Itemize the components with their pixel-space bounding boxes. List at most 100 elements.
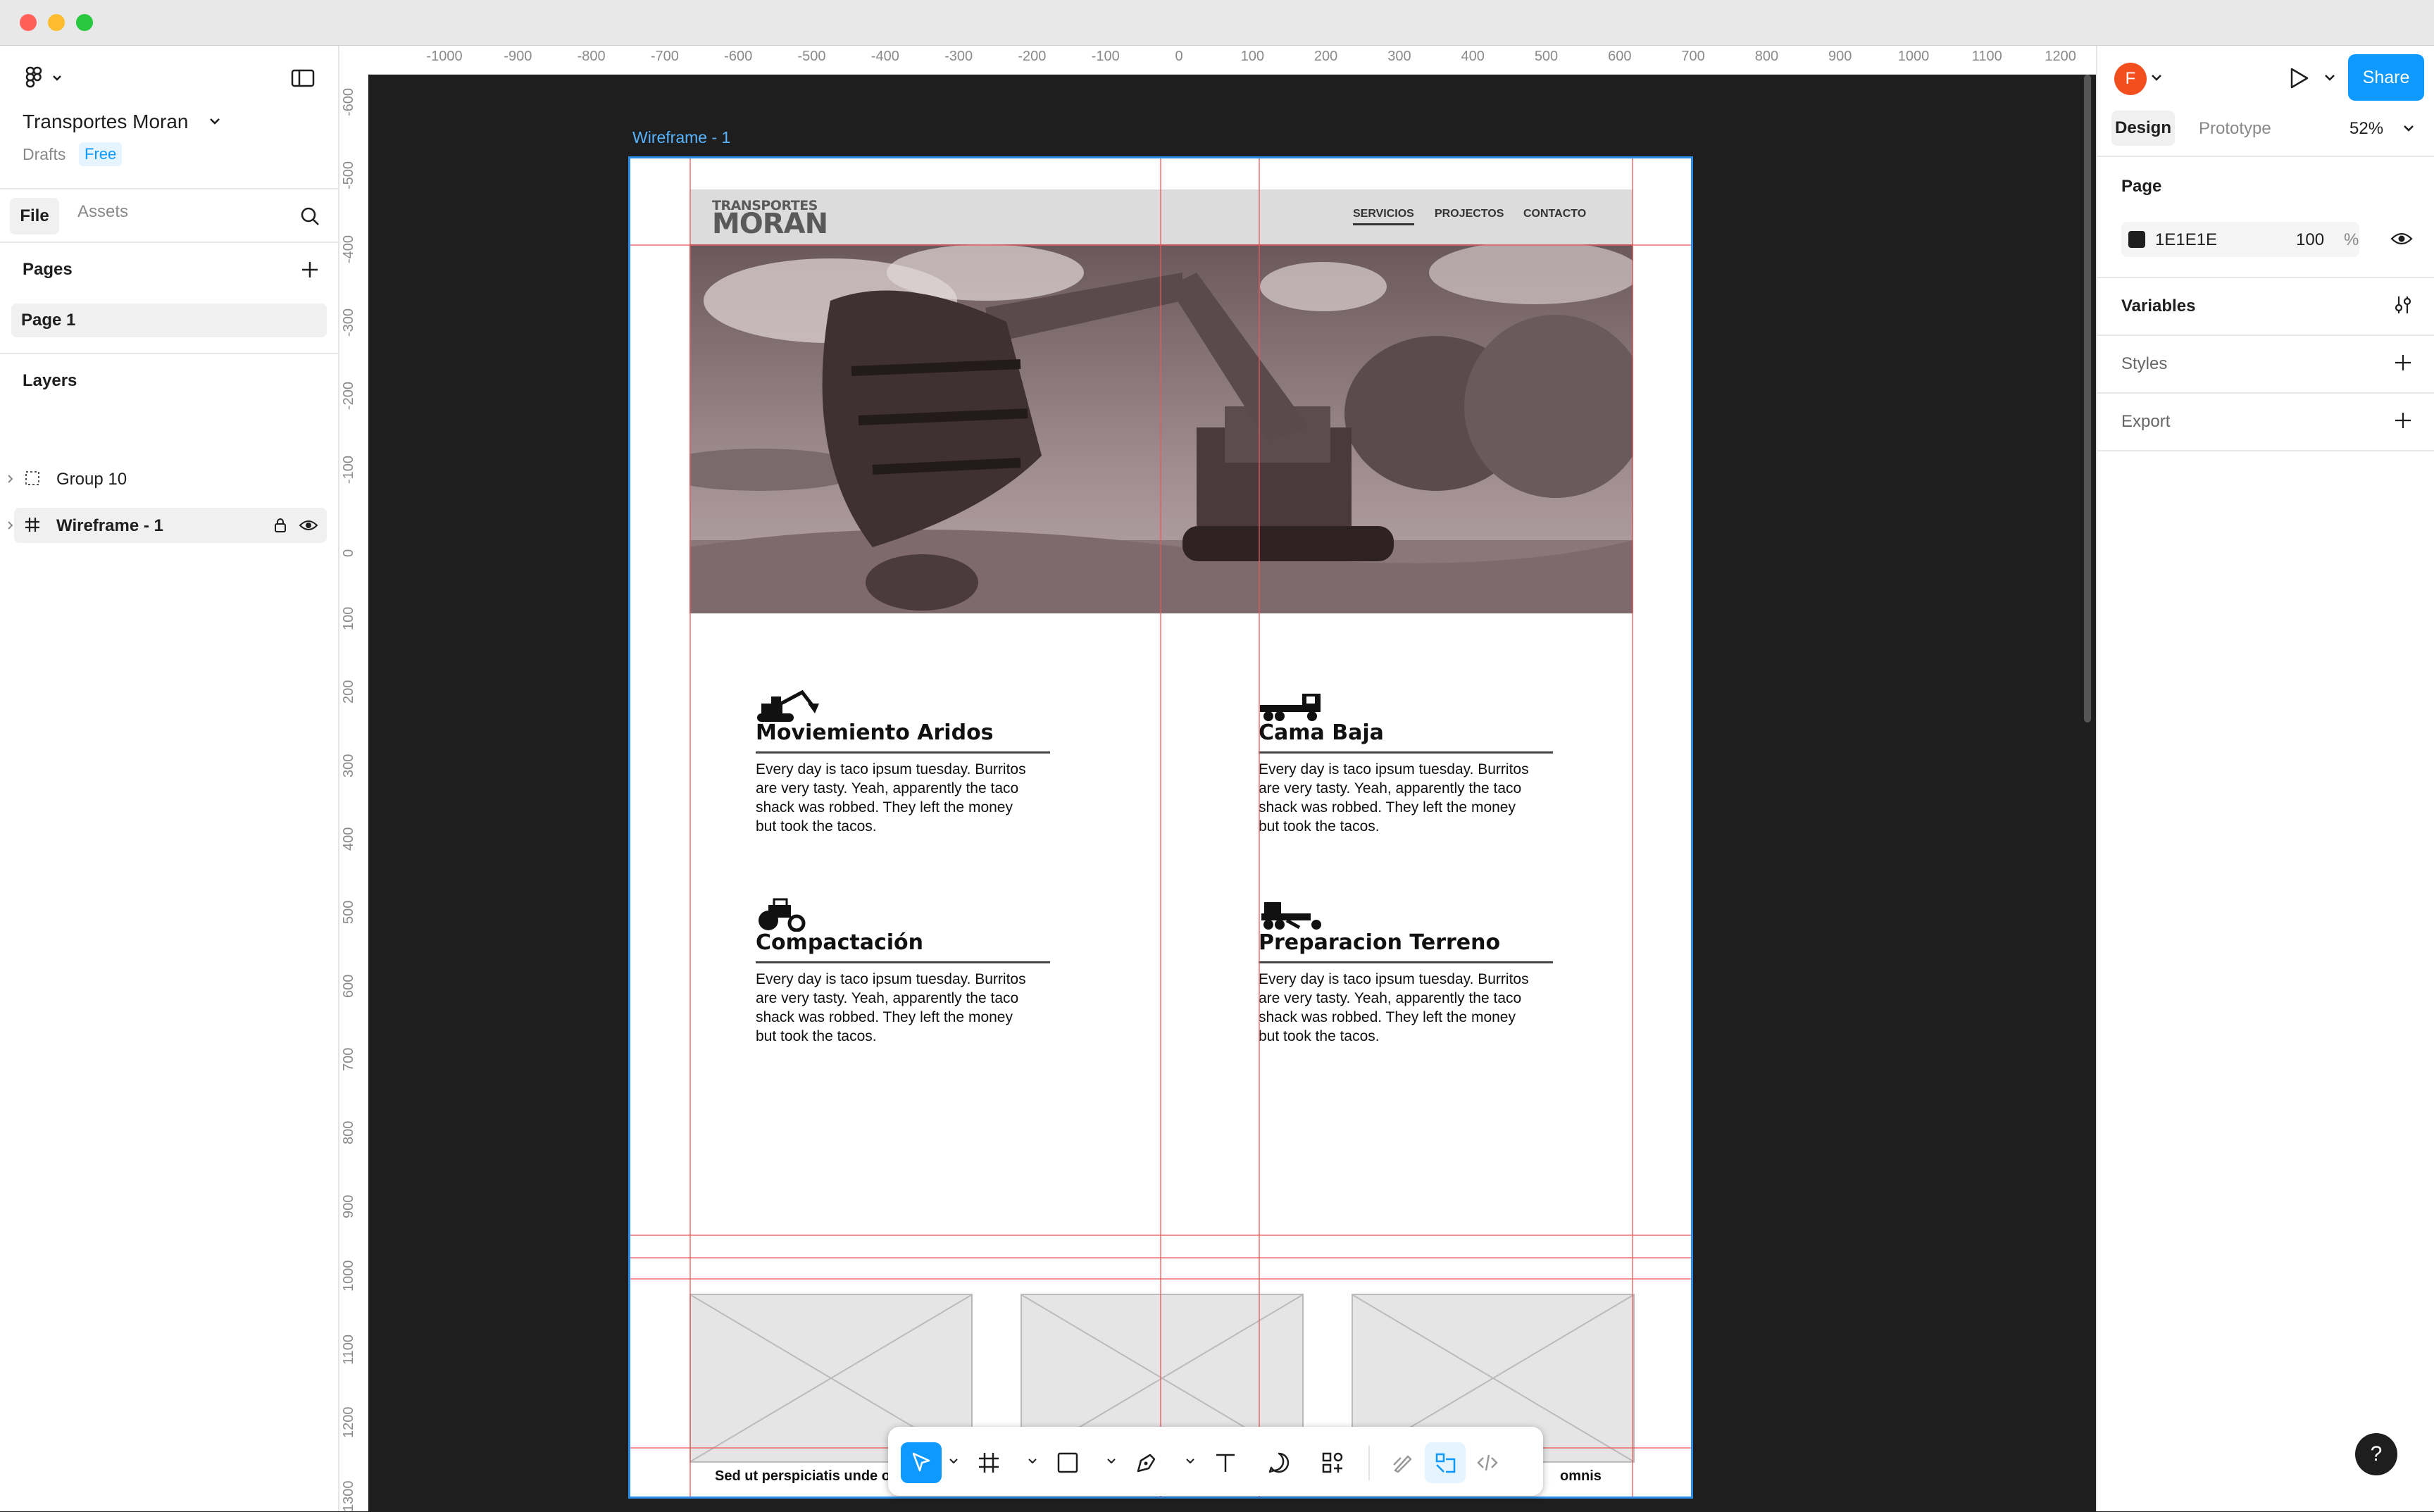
close-window-button[interactable] (20, 14, 37, 31)
ruler-tick-label: -600 (724, 49, 753, 64)
card-title: omnis (1560, 1468, 1602, 1484)
variables-header[interactable]: Variables (2121, 296, 2195, 316)
minimize-window-button[interactable] (48, 14, 65, 31)
opacity-unit: % (2344, 230, 2359, 249)
add-page-button[interactable] (296, 256, 324, 284)
lock-icon[interactable] (273, 517, 287, 534)
page-item-page-1[interactable]: Page 1 (11, 304, 327, 337)
hero-image (689, 244, 1633, 613)
design-mode-button[interactable] (1425, 1442, 1466, 1483)
ruler-tick-label: 1000 (341, 1260, 356, 1292)
layer-item-wireframe-1[interactable]: Wireframe - 1 (8, 508, 327, 543)
chevron-down-icon[interactable] (1028, 1458, 1037, 1465)
toggle-sidebar-button[interactable] (287, 64, 318, 92)
layer-item-group-10[interactable]: Group 10 (0, 461, 338, 496)
variables-icon[interactable] (2392, 294, 2414, 316)
text-tool-button[interactable] (1205, 1442, 1246, 1483)
plan-badge[interactable]: Free (79, 142, 123, 166)
chevron-down-icon[interactable] (949, 1458, 959, 1465)
ruler-tick-label: 700 (1681, 49, 1705, 64)
zoom-level[interactable]: 52% (2349, 119, 2383, 139)
file-name[interactable]: Transportes Moran (23, 111, 189, 133)
tab-file[interactable]: File (10, 198, 59, 235)
chevron-right-icon[interactable] (7, 474, 14, 484)
layout-guide (1259, 158, 1260, 1497)
code-icon (1477, 1454, 1498, 1471)
page-color-field[interactable]: 1E1E1E 100 % (2121, 222, 2359, 257)
frame-label[interactable]: Wireframe - 1 (632, 128, 730, 147)
window-titlebar (0, 0, 2434, 46)
left-sidebar: Transportes Moran Drafts Free File Asset… (0, 46, 339, 1511)
color-swatch[interactable] (2128, 231, 2145, 248)
nav-contacto[interactable]: CONTACTO (1523, 208, 1586, 220)
move-tool-button[interactable] (901, 1442, 942, 1483)
pen-icon (1137, 1454, 1156, 1473)
ruler-tick-label: 1200 (341, 1406, 356, 1439)
chevron-down-icon[interactable] (2403, 125, 2414, 133)
ruler-tick-label: 100 (1240, 49, 1264, 64)
canvas[interactable]: Wireframe - 1 TRANSPORTES MORAN SERVICIO… (368, 75, 2096, 1511)
export-header[interactable]: Export (2121, 412, 2170, 432)
plus-icon[interactable] (2393, 411, 2413, 430)
share-button[interactable]: Share (2348, 54, 2424, 101)
eye-icon[interactable] (2390, 230, 2413, 247)
ruler-tick-label: 1300 (341, 1480, 356, 1512)
comment-icon (1268, 1452, 1290, 1473)
service-title-compactacion: Compactación (756, 930, 924, 955)
dev-mode-button[interactable] (1467, 1442, 1508, 1483)
draw-mode-button[interactable] (1383, 1442, 1423, 1483)
nav-projectos[interactable]: PROJECTOS (1435, 208, 1504, 220)
search-icon (301, 207, 319, 225)
actions-button[interactable] (1312, 1442, 1353, 1483)
components-icon (1322, 1452, 1343, 1473)
pen-tool-button[interactable] (1126, 1442, 1167, 1483)
help-button[interactable]: ? (2355, 1433, 2397, 1475)
styles-header[interactable]: Styles (2121, 354, 2167, 374)
chevron-down-icon[interactable] (2324, 74, 2335, 82)
nav-servicios[interactable]: SERVICIOS (1353, 208, 1414, 225)
eye-icon[interactable] (299, 518, 318, 533)
ruler-tick-label: 0 (341, 549, 356, 557)
chevron-down-icon[interactable] (1106, 1458, 1116, 1465)
tab-design[interactable]: Design (2111, 111, 2175, 146)
frame-tool-button[interactable] (968, 1442, 1009, 1483)
ruler-tick-label: 200 (1313, 49, 1338, 64)
ruler-tick-label: 800 (1754, 49, 1779, 64)
service-text-cama-baja: Every day is taco ipsum tuesday. Burrito… (1259, 761, 1529, 835)
canvas-scrollbar[interactable] (2084, 75, 2091, 723)
ruler-tick-label: 800 (341, 1120, 356, 1145)
tab-assets[interactable]: Assets (77, 202, 128, 222)
search-layers-button[interactable] (294, 201, 325, 232)
ruler-tick-label: 300 (341, 754, 356, 777)
chevron-down-icon[interactable] (1185, 1458, 1195, 1465)
chevron-down-icon[interactable] (2151, 74, 2162, 82)
user-avatar[interactable]: F (2114, 63, 2147, 95)
comment-tool-button[interactable] (1259, 1442, 1299, 1483)
chevron-right-icon[interactable] (7, 520, 14, 530)
ruler-tick-label: -300 (944, 49, 973, 64)
main-menu-button[interactable] (21, 64, 66, 92)
ruler-tick-label: -500 (797, 49, 826, 64)
ruler-tick-label: 600 (341, 974, 356, 998)
wireframe-frame[interactable]: TRANSPORTES MORAN SERVICIOS PROJECTOS CO… (628, 156, 1693, 1499)
ruler-tick-label: -100 (1091, 49, 1120, 64)
shape-tool-button[interactable] (1047, 1442, 1088, 1483)
sidebar-icon (291, 69, 315, 87)
service-text-moviemiento: Every day is taco ipsum tuesday. Burrito… (756, 761, 1026, 835)
figma-logo-icon (25, 66, 61, 88)
compactor-icon (759, 898, 806, 932)
ruler-tick-label: -400 (870, 49, 899, 64)
play-icon[interactable] (2286, 65, 2311, 91)
excavator-photo (689, 244, 1633, 613)
file-location[interactable]: Drafts (23, 145, 65, 164)
layers-header: Layers (23, 371, 77, 390)
site-logo-bottom: MORAN (712, 208, 828, 240)
page-opacity[interactable]: 100 (2296, 230, 2324, 250)
tab-prototype[interactable]: Prototype (2199, 119, 2271, 139)
ruler-tick-label: -100 (341, 455, 356, 484)
page-color-hex[interactable]: 1E1E1E (2155, 230, 2217, 250)
maximize-window-button[interactable] (76, 14, 93, 31)
plus-icon[interactable] (2393, 353, 2413, 373)
card-title: Sed ut perspiciatis unde o (715, 1468, 890, 1484)
file-menu-chevron[interactable] (207, 113, 223, 129)
